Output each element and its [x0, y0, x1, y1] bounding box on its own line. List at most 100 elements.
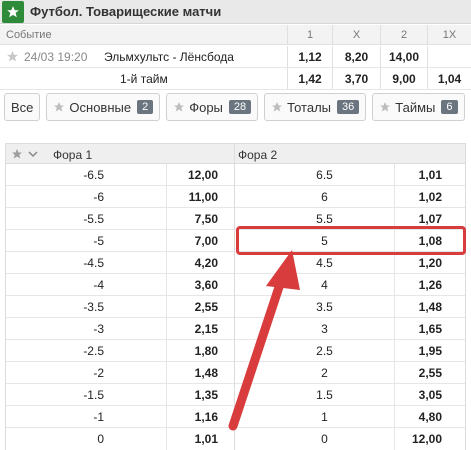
handicap-2-value: 0: [234, 428, 394, 450]
half-odd-2[interactable]: 9,00: [380, 68, 427, 89]
star-icon: [54, 102, 65, 112]
table-row: -4 3,60 4 1,26: [6, 274, 465, 296]
table-row: -3 2,15 3 1,65: [6, 318, 465, 340]
handicap-2-odd[interactable]: 4,80: [394, 406, 466, 428]
star-icon: [380, 102, 391, 112]
handicap-1-odd[interactable]: 1,01: [166, 428, 234, 450]
handicap-header: Фора 1 Фора 2: [6, 144, 465, 164]
table-row: -6.5 12,00 6.5 1,01: [6, 164, 465, 186]
handicap-2-odd[interactable]: 1,95: [394, 340, 466, 362]
handicap-1-odd[interactable]: 2,55: [166, 296, 234, 318]
table-row: -3.5 2,55 3.5 1,48: [6, 296, 465, 318]
handicap-2-odd[interactable]: 1,01: [394, 164, 466, 186]
count-badge: 6: [441, 100, 458, 114]
handicap-2-value: 1.5: [234, 384, 394, 406]
handicap-2-odd[interactable]: 1,08: [394, 230, 466, 252]
count-badge: 36: [337, 100, 360, 114]
tab-all[interactable]: Все: [4, 93, 41, 121]
section-title: Футбол. Товарищеские матчи: [30, 4, 222, 19]
tab-main[interactable]: Основные 2: [46, 93, 161, 121]
handicap-2-value: 6.5: [234, 164, 394, 186]
handicap-2-odd[interactable]: 1,65: [394, 318, 466, 340]
col-header-2: 2: [380, 25, 427, 44]
table-row: -2 1,48 2 2,55: [6, 362, 465, 384]
section-title-bar: Футбол. Товарищеские матчи: [0, 0, 471, 24]
market-tabs: Все Основные 2 Форы 28 Тоталы 36 Таймы 6: [4, 93, 465, 121]
handicap-1-value: -6.5: [83, 168, 104, 182]
half-odd-1[interactable]: 1,42: [287, 68, 332, 89]
match-teams[interactable]: Эльмхультс - Лёнсбода: [104, 50, 234, 64]
handicap-1-value: -4: [93, 278, 104, 292]
odd-2[interactable]: 14,00: [380, 46, 427, 67]
handicap-2-odd[interactable]: 1,20: [394, 252, 466, 274]
star-icon[interactable]: [11, 148, 23, 160]
favorite-star-icon[interactable]: [2, 0, 24, 23]
tab-label: Форы: [189, 99, 223, 115]
star-icon: [272, 102, 283, 112]
handicap-1-value: -5: [93, 234, 104, 248]
tab-label: Тоталы: [287, 99, 331, 115]
handicap-1-odd[interactable]: 11,00: [166, 186, 234, 208]
handicap-2-value: 3.5: [234, 296, 394, 318]
handicap-2-value: 2.5: [234, 340, 394, 362]
table-row: -1 1,16 1 4,80: [6, 406, 465, 428]
handicap-1-odd[interactable]: 1,16: [166, 406, 234, 428]
star-icon[interactable]: [6, 50, 19, 63]
handicap-2-value: 5: [234, 230, 394, 252]
handicap-2-odd[interactable]: 1,07: [394, 208, 466, 230]
handicap-1-value: -2: [93, 366, 104, 380]
count-badge: 28: [228, 100, 252, 114]
tab-totals[interactable]: Тоталы 36: [264, 93, 367, 121]
handicap-1-odd[interactable]: 2,15: [166, 318, 234, 340]
handicap-2-value: 3: [234, 318, 394, 340]
star-icon: [174, 102, 185, 112]
half-label: 1-й тайм: [120, 72, 168, 86]
handicap-2-odd[interactable]: 2,55: [394, 362, 466, 384]
table-row: -2.5 1,80 2.5 1,95: [6, 340, 465, 362]
half-odd-x[interactable]: 3,70: [332, 68, 380, 89]
handicap-2-odd[interactable]: 12,00: [394, 428, 466, 450]
handicap-2-odd[interactable]: 3,05: [394, 384, 466, 406]
market-header: Событие 1 X 2 1X: [0, 25, 471, 45]
table-row: -4.5 4,20 4.5 1,20: [6, 252, 465, 274]
handicap-1-odd[interactable]: 1,48: [166, 362, 234, 384]
handicap-1-value: -6: [93, 190, 104, 204]
table-row: -5 7,00 5 1,08: [6, 230, 465, 252]
handicap-2-odd[interactable]: 1,26: [394, 274, 466, 296]
handicap-1-value: -2.5: [83, 344, 104, 358]
handicap-1-odd[interactable]: 7,00: [166, 230, 234, 252]
handicap-1-value: 0: [97, 432, 104, 446]
tab-label: Таймы: [395, 99, 436, 115]
handicap-1-value: -1: [93, 410, 104, 424]
chevron-down-icon[interactable]: [28, 149, 38, 159]
handicap-2-value: 1: [234, 406, 394, 428]
handicap-1-value: -4.5: [83, 256, 104, 270]
odd-1x[interactable]: [427, 46, 471, 67]
handicap-1-odd[interactable]: 4,20: [166, 252, 234, 274]
handicap-1-odd[interactable]: 1,35: [166, 384, 234, 406]
col-header-1x: 1X: [427, 25, 471, 44]
handicap-1-odd[interactable]: 12,00: [166, 164, 234, 186]
handicap-2-odd[interactable]: 1,02: [394, 186, 466, 208]
tab-label: Все: [11, 99, 34, 115]
handicap-1-odd[interactable]: 7,50: [166, 208, 234, 230]
handicap-1-value: -5.5: [83, 212, 104, 226]
handicap-1-odd[interactable]: 1,80: [166, 340, 234, 362]
handicap-1-odd[interactable]: 3,60: [166, 274, 234, 296]
tab-handicaps[interactable]: Форы 28: [166, 93, 259, 121]
odd-x[interactable]: 8,20: [332, 46, 380, 67]
table-row: 0 1,01 0 12,00: [6, 428, 465, 450]
handicap-2-odd[interactable]: 1,48: [394, 296, 466, 318]
handicap-2-value: 6: [234, 186, 394, 208]
col-header-x: X: [332, 25, 380, 44]
col-header-1: 1: [287, 25, 332, 44]
handicap-1-value: -1.5: [83, 388, 104, 402]
odd-1[interactable]: 1,12: [287, 46, 332, 67]
tab-halves[interactable]: Таймы 6: [372, 93, 465, 121]
handicap-2-value: 4.5: [234, 252, 394, 274]
half-odd-1x[interactable]: 1,04: [427, 68, 471, 89]
handicap-1-label: Фора 1: [53, 148, 93, 162]
half-row[interactable]: 1-й тайм 1,42 3,70 9,00 1,04: [0, 68, 471, 90]
handicap-2-value: 5.5: [234, 208, 394, 230]
match-row[interactable]: 24/03 19:20 Эльмхультс - Лёнсбода 1,12 8…: [0, 46, 471, 68]
